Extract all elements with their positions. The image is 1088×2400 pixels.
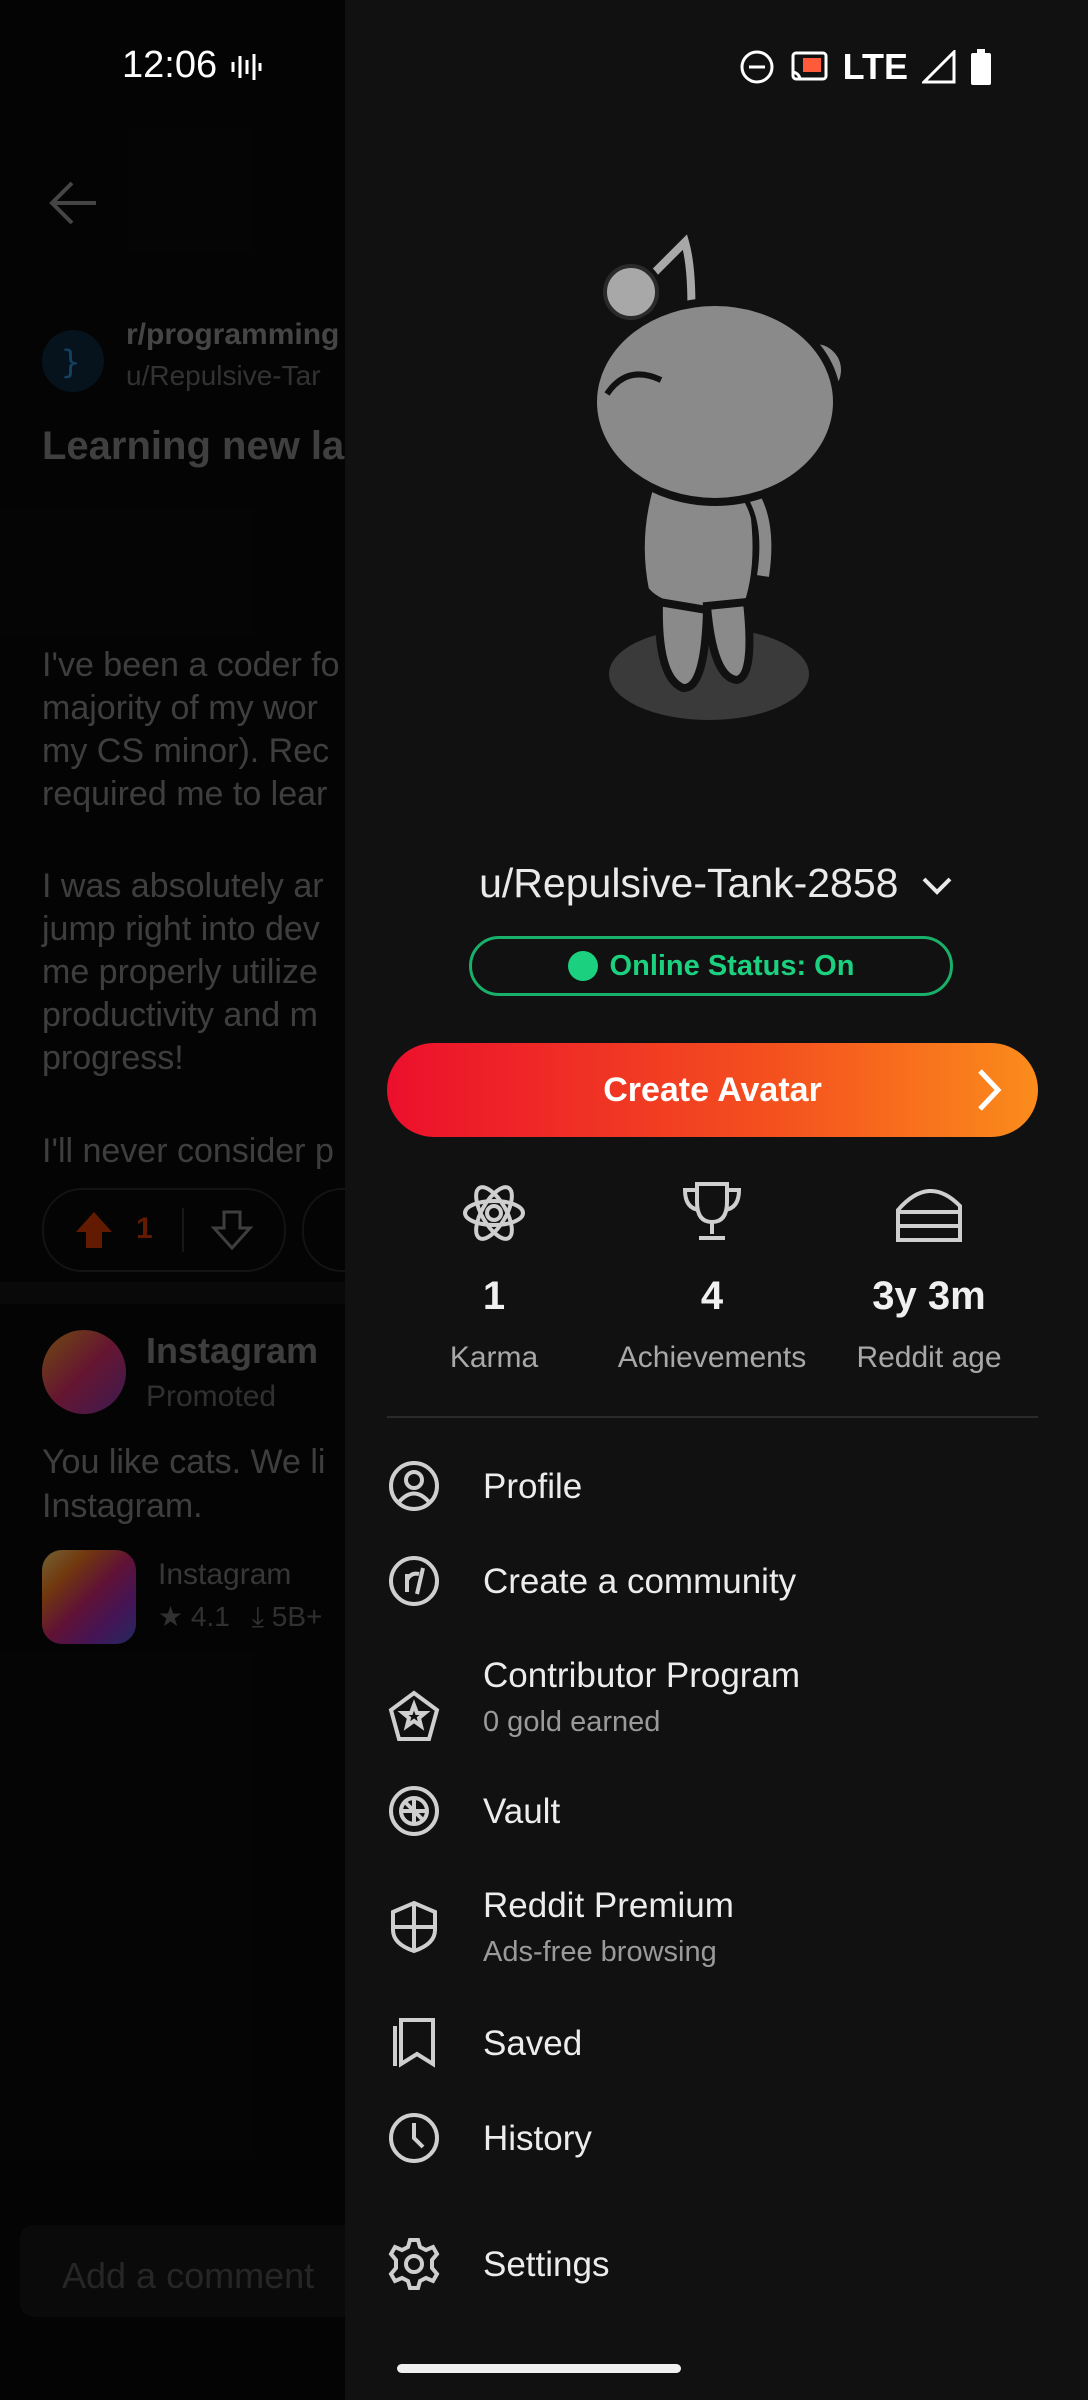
menu-sub-reddit-premium: Ads-free browsing [483,1936,717,1968]
gesture-home-bar[interactable] [397,2364,681,2373]
promoted-author[interactable]: Instagram [146,1330,318,1372]
menu-item-history[interactable]: History [387,2111,1038,2171]
menu-label-history: History [483,2119,592,2158]
menu-label-contributor-program: Contributor Program [483,1656,801,1695]
app-meta: ★ 4.1 ⤓ 5B+ [158,1600,322,1634]
status-time: 12:06 [122,44,218,86]
cast-icon [791,51,828,81]
menu-item-vault[interactable]: Vault [387,1784,1038,1844]
username: u/Repulsive-Tank-2858 [479,860,899,906]
community-icon [389,1556,439,1606]
instagram-logo-icon[interactable] [42,1330,126,1414]
user-drawer: u/Repulsive-Tank-2858 Online Status: On … [345,0,1088,2400]
network-type: LTE [842,46,908,87]
online-dot-icon [567,951,598,981]
vote-control: 1 [42,1188,286,1272]
create-avatar-button[interactable]: Create Avatar [387,1043,1038,1137]
download-icon: ⤓ [251,1601,264,1632]
menu-item-reddit-premium[interactable]: Reddit Premium Ads-free browsing [387,1878,1038,1978]
app-rating: 4.1 [190,1601,230,1632]
stat-reddit-age[interactable]: 3y 3m Reddit age [829,1180,1029,1375]
post-body-paragraph-2: I was absolutely ar jump right into dev … [42,867,324,1077]
stat-karma[interactable]: 1 Karma [394,1180,594,1375]
vote-count: 1 [136,1212,153,1245]
app-downloads: 5B+ [271,1601,323,1632]
status-bar: 12:06 LTE [0,0,1088,130]
star-icon: ★ [158,1601,184,1632]
menu-item-contributor-program[interactable]: Contributor Program 0 gold earned [387,1648,1038,1748]
menu-label-create-community: Create a community [483,1562,797,1601]
promoted-label: Promoted [146,1380,277,1413]
reddit-age-value: 3y 3m [872,1274,986,1318]
post-title: Learning new la [42,424,345,468]
cake-icon [896,1189,962,1242]
menu-item-create-community[interactable]: Create a community [387,1554,1038,1614]
chevron-down-icon [922,877,952,896]
achievements-label: Achievements [617,1341,807,1374]
history-icon [389,2113,439,2163]
divider [387,1416,1038,1418]
stat-achievements[interactable]: 4 Achievements [612,1180,812,1375]
menu-label-profile: Profile [483,1467,583,1506]
premium-icon [391,1900,437,1954]
reddit-age-label: Reddit age [856,1341,1002,1374]
promoted-text: You like cats. We li Instagram. [42,1443,326,1525]
achievements-value: 4 [700,1274,724,1318]
create-avatar-label: Create Avatar [603,1070,822,1109]
do-not-disturb-icon [740,50,774,84]
online-status-button[interactable]: Online Status: On [469,936,953,996]
trophy-icon [682,1182,742,1240]
vote-divider [182,1208,184,1252]
menu-label-vault: Vault [483,1792,561,1831]
instagram-app-icon[interactable] [42,1550,136,1644]
settings-icon [388,2238,440,2290]
saved-icon [393,2018,435,2068]
vault-icon [389,1786,439,1836]
snoo-avatar[interactable] [567,230,867,730]
menu-item-saved[interactable]: Saved [387,2016,1038,2076]
username-selector[interactable]: u/Repulsive-Tank-2858 [345,860,1088,907]
signal-icon [922,50,956,84]
post-author[interactable]: u/Repulsive-Tar [126,360,321,392]
subreddit-icon[interactable]: } [42,330,104,392]
downvote-icon[interactable] [210,1208,254,1252]
comment-placeholder: Add a comment [62,2255,315,2296]
audio-wave-icon [231,54,262,80]
svg-text:}: } [61,343,80,381]
app-name: Instagram [158,1558,292,1591]
battery-icon [971,49,991,85]
back-arrow-icon[interactable] [46,176,100,230]
subreddit-name[interactable]: r/programming [126,318,339,352]
karma-label: Karma [449,1341,539,1374]
menu-label-saved: Saved [483,2024,583,2063]
karma-value: 1 [482,1274,506,1318]
chevron-right-icon [978,1069,1002,1111]
post-body-paragraph-1: I've been a coder fo majority of my wor … [42,646,340,813]
status-icons: LTE [739,46,992,88]
menu-label-settings: Settings [483,2245,610,2284]
menu-item-settings[interactable]: Settings [387,2237,1038,2297]
online-status-label: Online Status: On [609,949,855,982]
contributor-icon [388,1690,440,1741]
menu-sub-contributor-program: 0 gold earned [483,1706,661,1738]
karma-icon [463,1185,525,1241]
upvote-icon[interactable] [72,1208,116,1252]
post-body-paragraph-3: I'll never consider p [42,1132,334,1170]
profile-icon [389,1461,439,1511]
menu-label-reddit-premium: Reddit Premium [483,1886,734,1925]
menu-item-profile[interactable]: Profile [387,1459,1038,1519]
